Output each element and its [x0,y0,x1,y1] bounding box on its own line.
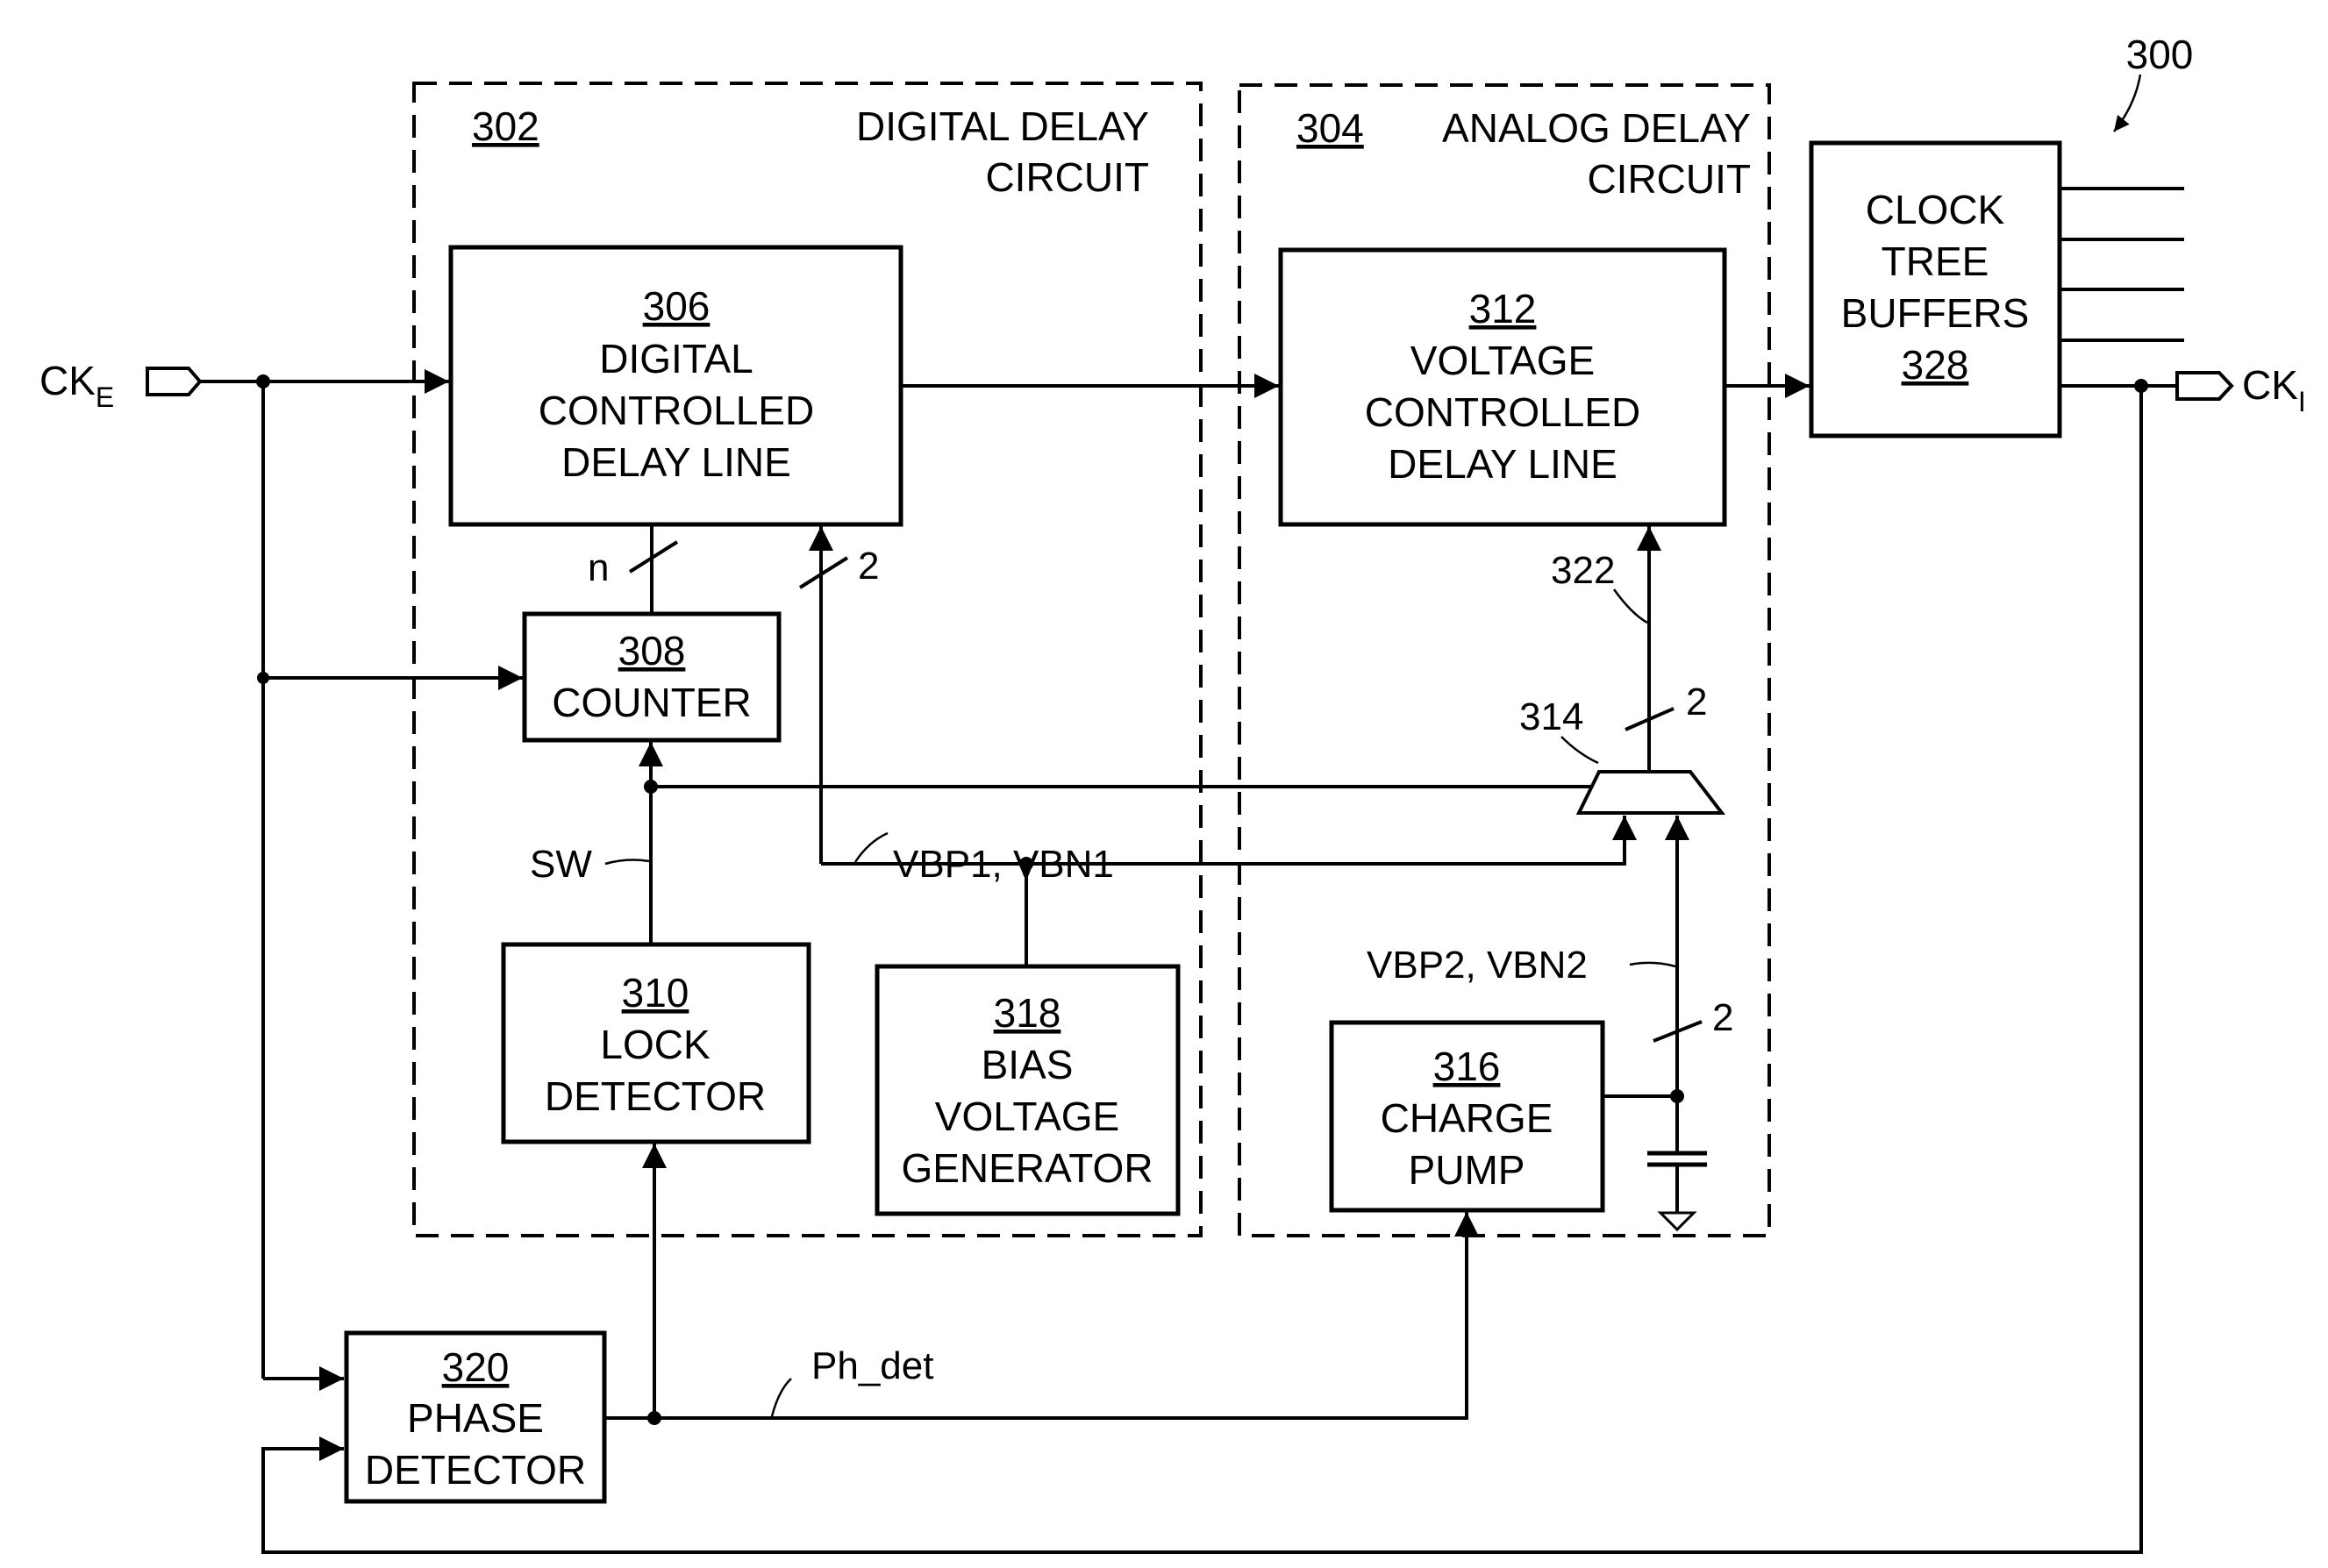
vbp1-label: VBP1, VBN1 [893,843,1114,886]
bias-gen-ref: 318 [994,990,1061,1036]
figure-ref-leader [2113,74,2142,132]
bus-2-label-mux: 2 [1686,681,1707,723]
mux-ref-leader [1560,736,1599,765]
charge-pump-line-2: PUMP [1409,1147,1525,1193]
counter-line-1: COUNTER [552,680,751,725]
voltage-controlled-delay-line: 312 VOLTAGE CONTROLLED DELAY LINE [1278,247,1727,527]
bus-2-label-dcdl: 2 [858,545,879,588]
ck-e-label: CKE [39,358,114,413]
digital-circuit-title-1: DIGITAL DELAY [856,103,1149,149]
ck-i-label: CKI [2242,362,2306,417]
bus-n-label: n [588,546,609,589]
clock-tree-ref: 328 [1902,342,1969,388]
analog-circuit-ref: 304 [1296,105,1364,151]
sw-to-mux [651,785,1603,794]
lock-detector-line-2: DETECTOR [545,1073,766,1119]
line-322-label: 322 [1551,549,1615,592]
bus-2-label-cp: 2 [1712,996,1733,1039]
bias-gen-line-3: GENERATOR [901,1145,1153,1191]
dcdl-line-2: CONTROLLED [539,388,814,433]
sw-label: SW [530,843,592,886]
charge-pump-ref: 316 [1433,1044,1501,1089]
bias-gen-line-2: VOLTAGE [935,1094,1119,1139]
figure-ref: 300 [2126,32,2194,77]
ck-i-port-icon [2175,371,2234,401]
bias-gen-line-1: BIAS [982,1042,1074,1087]
vbp2-leader [1629,961,1676,968]
clock-tree-line-3: BUFFERS [1841,290,2030,336]
clock-tree-buffers: CLOCK TREE BUFFERS 328 [1809,140,2062,438]
lock-detector: 310 LOCK DETECTOR [501,942,811,1144]
digital-controlled-delay-line: 306 DIGITAL CONTROLLED DELAY LINE [448,245,903,527]
clock-tree-line-2: TREE [1882,239,1989,284]
dcdl-line-1: DIGITAL [599,336,753,381]
bias-voltage-generator: 318 BIAS VOLTAGE GENERATOR [875,964,1181,1216]
vcdl-line-1: VOLTAGE [1410,338,1595,383]
charge-pump-line-1: CHARGE [1381,1095,1553,1141]
vcdl-line-2: CONTROLLED [1365,389,1640,435]
phase-detector-line-2: DETECTOR [365,1447,586,1493]
line-322-leader [1612,588,1648,624]
mux-ref-label: 314 [1519,695,1583,738]
lock-detector-line-1: LOCK [600,1022,711,1067]
dcdl-ref: 306 [643,283,711,329]
analog-circuit-title-2: CIRCUIT [1587,156,1751,202]
clock-tree-line-1: CLOCK [1866,187,2005,232]
ph-det-to-charge-pump [604,1212,1479,1420]
vbp2-label: VBP2, VBN2 [1367,944,1588,987]
vbp1-leader [853,831,889,863]
dcdl-line-3: DELAY LINE [561,439,791,485]
ground-icon [1657,1211,1697,1232]
digital-circuit-ref: 302 [472,103,539,149]
sw-leader [604,859,650,866]
analog-circuit-title-1: ANALOG DELAY [1442,105,1751,151]
digital-circuit-title-2: CIRCUIT [985,154,1149,200]
phase-detector-line-1: PHASE [407,1395,544,1441]
lock-detector-ref: 310 [622,970,689,1016]
ph-det-leader [770,1378,792,1417]
bus-slash [798,556,849,589]
ck-e-port-icon [146,367,203,396]
ph-det-label: Ph_det [811,1344,933,1387]
dll-block-diagram: 302 DIGITAL DELAY CIRCUIT 304 ANALOG DEL… [39,32,2306,1554]
vcdl-line-3: DELAY LINE [1388,441,1617,487]
phase-detector: 320 PHASE DETECTOR [344,1330,607,1504]
vcdl-ref: 312 [1469,286,1537,331]
charge-pump: 316 CHARGE PUMP [1329,1020,1605,1213]
mux-314 [1575,770,1726,815]
counter-ref: 308 [618,628,686,674]
phase-detector-ref: 320 [442,1344,510,1390]
counter: 308 COUNTER [522,611,782,743]
